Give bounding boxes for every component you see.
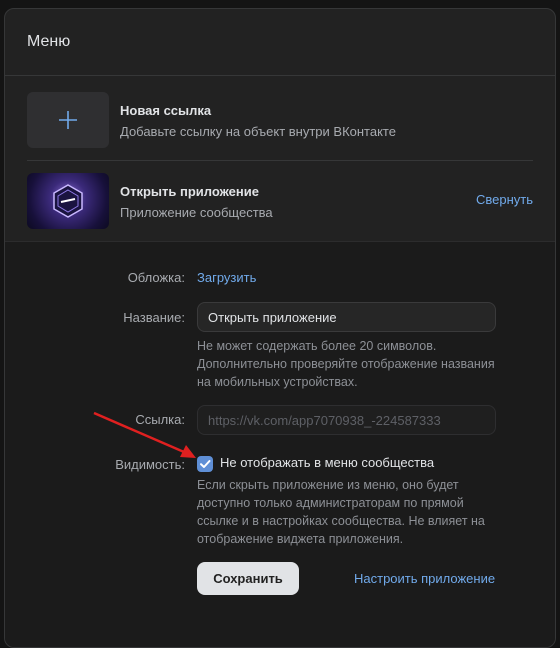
menu-panel: Меню Новая ссылка Добавьте ссылку на объ… [4,8,556,648]
app-cover-image [27,173,109,229]
collapse-link[interactable]: Свернуть [476,192,533,207]
upload-cover-link[interactable]: Загрузить [197,270,256,285]
hide-from-menu-label[interactable]: Не отображать в меню сообщества [220,455,434,470]
divider [27,160,533,161]
app-settings-section: Обложка: Загрузить Название: Не может со… [5,241,555,647]
app-logo-icon [53,184,83,218]
link-label: Ссылка: [135,412,185,427]
open-app-subtitle: Приложение сообщества [120,205,273,220]
name-label: Название: [123,310,185,325]
new-link-title[interactable]: Новая ссылка [120,103,211,118]
plus-icon [59,111,77,129]
link-input [197,405,496,435]
name-input[interactable] [197,302,496,332]
save-button[interactable]: Сохранить [197,562,299,595]
divider [5,75,555,76]
new-link-thumb[interactable] [27,92,109,148]
configure-app-link[interactable]: Настроить приложение [354,571,495,586]
visibility-hint: Если скрыть приложение из меню, оно буде… [197,478,485,546]
cover-label: Обложка: [127,270,185,285]
name-hint: Не может содержать более 20 символов. До… [197,339,495,389]
open-app-title: Открыть приложение [120,184,259,199]
visibility-label: Видимость: [115,457,185,472]
panel-title: Меню [27,33,71,50]
new-link-subtitle: Добавьте ссылку на объект внутри ВКонтак… [120,124,396,139]
checkmark-icon [200,460,211,468]
hide-from-menu-checkbox[interactable] [197,456,213,472]
